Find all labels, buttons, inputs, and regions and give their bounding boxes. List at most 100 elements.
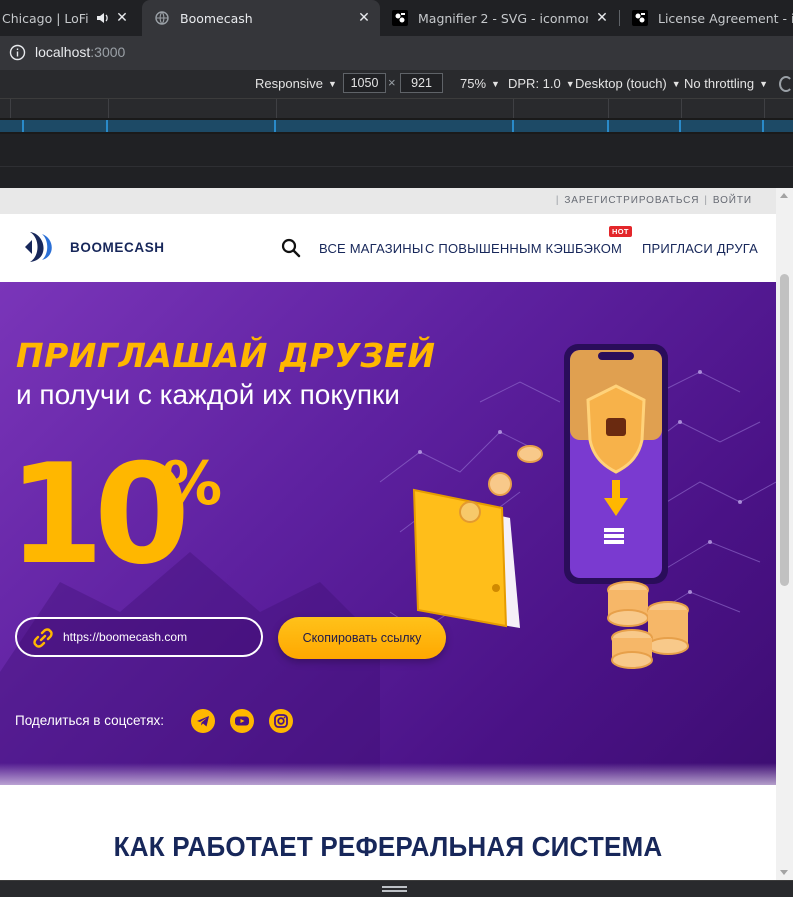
tab-chicago-lofi[interactable]: Chicago | LoFi ✕	[0, 0, 138, 36]
boomecash-logo-icon	[25, 232, 52, 262]
zoom-label: 75%	[460, 76, 487, 91]
dpr-select[interactable]: DPR: 1.0 ▼	[508, 76, 575, 91]
breakpoint-marker[interactable]	[679, 120, 681, 132]
telegram-icon[interactable]	[191, 709, 215, 733]
instagram-icon[interactable]	[269, 709, 293, 733]
close-tab-icon[interactable]: ✕	[356, 10, 372, 26]
browser-tab-strip: Chicago | LoFi ✕ Boomecash ✕ Magnifier 2…	[0, 0, 793, 36]
caret-down-icon: ▼	[759, 79, 769, 89]
share-label: Поделиться в соцсетях:	[15, 713, 165, 728]
breakpoint-marker[interactable]	[512, 120, 514, 132]
hero-title: ПРИГЛАШАЙ ДРУЗЕЙ	[16, 336, 436, 375]
throttling-label: No throttling	[684, 76, 755, 91]
copy-link-button[interactable]: Скопировать ссылку	[278, 617, 446, 659]
logo-text: BOOMECASH	[70, 239, 165, 255]
rotate-icon[interactable]	[779, 76, 793, 92]
section-title-text: КАК РАБОТАЕТ РЕФЕРАЛЬНАЯ СИСТЕМА	[113, 831, 663, 862]
tab-title: Chicago | LoFi	[2, 10, 89, 26]
nav-all-stores[interactable]: ВСЕ МАГАЗИНЫ	[319, 241, 424, 256]
iconmonstr-icon	[392, 10, 408, 26]
scroll-up-arrow-icon[interactable]	[780, 193, 788, 198]
page-scrollbar[interactable]	[776, 188, 793, 880]
close-tab-icon[interactable]: ✕	[114, 10, 130, 26]
device-select[interactable]: Responsive ▼	[255, 76, 337, 91]
referral-link-field[interactable]: https://boomecash.com	[15, 617, 263, 657]
coins-decoration	[607, 581, 689, 669]
devtools-resize-bar[interactable]	[0, 880, 793, 897]
tab-title: License Agreement - iconmonstr	[658, 10, 793, 26]
site-header: BOOMECASH ВСЕ МАГАЗИНЫ С ПОВЫШЕННЫМ КЭШБ…	[0, 214, 776, 282]
coins-decoration	[488, 445, 543, 496]
mode-select[interactable]: Desktop (touch) ▼	[575, 76, 681, 91]
tab-license-agreement[interactable]: License Agreement - iconmonstr	[620, 0, 793, 36]
nav-invite-friend[interactable]: ПРИГЛАСИ ДРУГА	[642, 241, 758, 256]
tab-boomecash[interactable]: Boomecash ✕	[142, 0, 380, 36]
globe-icon	[154, 10, 170, 26]
mode-label: Desktop (touch)	[575, 76, 667, 91]
width-input[interactable]: 1050	[343, 73, 386, 93]
tab-title: Boomecash	[180, 10, 253, 26]
section-title: КАК РАБОТАЕТ РЕФЕРАЛЬНАЯ СИСТЕМА	[0, 831, 776, 863]
ruler-tick	[681, 99, 682, 119]
scroll-down-arrow-icon[interactable]	[780, 870, 788, 875]
dpr-label: DPR: 1.0	[508, 76, 561, 91]
utility-bar: | ЗАРЕГИСТРИРОВАТЬСЯ | ВОЙТИ	[0, 188, 776, 214]
caret-down-icon: ▼	[491, 79, 500, 89]
divider: |	[555, 195, 560, 206]
close-tab-icon[interactable]: ✕	[594, 10, 610, 26]
login-link[interactable]: ВОЙТИ	[713, 195, 752, 206]
reward-percent: 10	[8, 434, 190, 595]
ruler-tick	[108, 99, 109, 119]
breakpoint-track	[0, 120, 793, 132]
hero-subtitle: и получи с каждой их покупки	[16, 379, 400, 410]
media-query-ruler	[0, 98, 793, 119]
site-logo[interactable]: BOOMECASH	[22, 228, 165, 266]
url-host: localhost	[35, 44, 91, 60]
caret-down-icon: ▼	[565, 79, 575, 89]
ruler-tick	[513, 99, 514, 119]
auth-links: | ЗАРЕГИСТРИРОВАТЬСЯ | ВОЙТИ	[551, 195, 752, 206]
referral-link-value: https://boomecash.com	[63, 630, 188, 644]
breakpoint-marker[interactable]	[607, 120, 609, 132]
device-label: Responsive	[255, 76, 323, 91]
device-toolbar: Responsive ▼ 1050 × 921 75% ▼ DPR: 1.0 ▼ De…	[0, 70, 793, 98]
ruler-tick	[764, 99, 765, 119]
dimension-separator: ×	[388, 75, 396, 90]
page-viewport: | ЗАРЕГИСТРИРОВАТЬСЯ | ВОЙТИ BOOMECASH ВСЕ …	[0, 188, 776, 880]
zoom-select[interactable]: 75% ▼	[460, 76, 500, 91]
percent-sign: %	[162, 449, 223, 519]
search-icon[interactable]	[281, 238, 301, 258]
phone-shield-illustration	[564, 344, 668, 584]
ruler-tick	[10, 99, 11, 119]
referral-hero: ПРИГЛАШАЙ ДРУЗЕЙ и получи с каждой их по…	[0, 282, 776, 785]
speaker-icon[interactable]	[96, 10, 110, 26]
register-link[interactable]: ЗАРЕГИСТРИРОВАТЬСЯ	[564, 195, 699, 206]
divider	[0, 166, 793, 167]
divider: |	[704, 195, 708, 206]
hot-badge: HOT	[609, 226, 632, 237]
scrollbar-thumb[interactable]	[780, 274, 789, 586]
breakpoint-marker[interactable]	[22, 120, 24, 132]
ruler-tick	[608, 99, 609, 119]
site-info-icon[interactable]	[9, 44, 26, 61]
url-field[interactable]: localhost:3000	[35, 44, 125, 60]
youtube-icon[interactable]	[230, 709, 254, 733]
caret-down-icon: ▼	[327, 79, 337, 89]
iconmonstr-icon	[632, 10, 648, 26]
breakpoint-marker[interactable]	[106, 120, 108, 132]
breakpoint-marker[interactable]	[762, 120, 764, 132]
throttling-select[interactable]: No throttling ▼	[684, 76, 768, 91]
height-input[interactable]: 921	[400, 73, 443, 93]
ruler-tick	[276, 99, 277, 119]
breakpoint-bar[interactable]	[0, 118, 793, 134]
tab-title: Magnifier 2 - SVG - iconmonstr	[418, 10, 588, 26]
devtools-gap	[0, 134, 793, 188]
url-port: :3000	[90, 44, 126, 60]
breakpoint-marker[interactable]	[274, 120, 276, 132]
hero-bottom-fade	[0, 763, 776, 785]
caret-down-icon: ▼	[671, 79, 681, 89]
resize-grip-icon[interactable]	[382, 886, 407, 892]
link-chain-icon	[33, 628, 53, 648]
tab-magnifier-svg[interactable]: Magnifier 2 - SVG - iconmonstr ✕	[380, 0, 618, 36]
nav-high-cashback[interactable]: С ПОВЫШЕННЫМ КЭШБЭКОМ	[425, 241, 622, 256]
